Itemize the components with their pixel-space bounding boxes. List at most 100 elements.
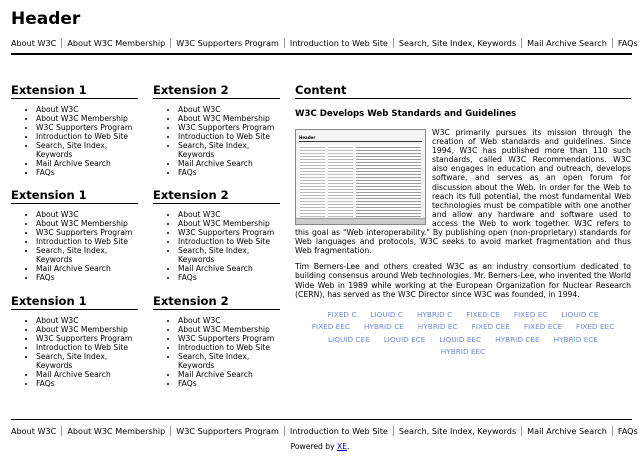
bottom-nav-bar: About W3C About W3C Membership W3C Support… [11,419,638,441]
extension-link[interactable]: FAQs [36,168,138,177]
extension-link[interactable]: FAQs [36,379,138,388]
extension-link[interactable]: Mail Archive Search [36,264,138,273]
bottom-nav-link[interactable]: FAQs [611,425,640,436]
layout-link[interactable]: FIXED EEC [569,321,621,334]
page-header-title: Header [11,9,81,29]
layout-link[interactable]: FIXED C [320,309,363,322]
extension-title: Extension 1 [11,83,138,99]
extension-link[interactable]: W3C Supporters Program [36,123,138,132]
layout-links: FIXED C LIQUID C HYBRID C FIXED CE FIXED EC L… [295,309,631,359]
extension-link[interactable]: About W3C Membership [178,325,280,334]
bottom-nav-link[interactable]: Mail Archive Search [521,425,612,436]
top-nav-link[interactable]: Introduction to Web Site [283,38,393,48]
layout-link[interactable]: HYBRID C [410,309,459,322]
content-title: Content [295,83,631,99]
extension-title: Extension 2 [153,294,280,310]
extension-link[interactable]: Introduction to Web Site [36,343,138,352]
extension-link[interactable]: Search, Site Index, Keywords [178,352,280,370]
layout-link[interactable]: HYBRID ECE [547,334,605,347]
top-nav-link[interactable]: FAQs [611,38,640,48]
layout-link[interactable]: FIXED CEE [465,321,517,334]
extension-link[interactable]: Mail Archive Search [178,370,280,379]
extension-link[interactable]: About W3C Membership [178,114,280,123]
layout-link[interactable]: HYBRID CEE [488,334,546,347]
extension-block: Extension 1 About W3CAbout W3C Membership… [11,83,138,177]
extension-link[interactable]: Introduction to Web Site [36,132,138,141]
extension-link[interactable]: W3C Supporters Program [178,228,280,237]
powered-by-prefix: Powered by [290,442,337,451]
extension-link[interactable]: Mail Archive Search [178,264,280,273]
powered-by-suffix: . [347,442,350,451]
extension-link[interactable]: Introduction to Web Site [178,132,280,141]
content-subtitle: W3C Develops Web Standards and Guideline… [295,109,517,119]
layout-link[interactable]: LIQUID C [363,309,410,322]
extension-link[interactable]: Search, Site Index, Keywords [178,141,280,159]
powered-by-link[interactable]: XE [337,442,347,451]
extension-link[interactable]: Search, Site Index, Keywords [178,246,280,264]
extension-link[interactable]: Search, Site Index, Keywords [36,141,138,159]
powered-by-line: Powered by XE. [0,442,640,451]
extension-link[interactable]: Mail Archive Search [36,159,138,168]
bottom-nav-link[interactable]: About W3C [11,426,61,436]
extension-block: Extension 1 About W3CAbout W3C Membership… [11,188,138,282]
extension-link-list: About W3CAbout W3C MembershipW3C Support… [11,210,138,282]
extension-link[interactable]: FAQs [178,379,280,388]
extension-link[interactable]: FAQs [178,168,280,177]
extension-link[interactable]: About W3C [178,210,280,219]
extension-block: Extension 2 About W3CAbout W3C Membership… [153,188,280,282]
extension-link[interactable]: Mail Archive Search [36,370,138,379]
extension-block: Extension 2 About W3CAbout W3C Membership… [153,83,280,177]
extension-link[interactable]: About W3C [36,105,138,114]
extension-link[interactable]: About W3C [36,210,138,219]
extension-link[interactable]: Introduction to Web Site [178,343,280,352]
extension-link[interactable]: About W3C Membership [36,325,138,334]
top-nav-link[interactable]: Search, Site Index, Keywords [392,38,521,48]
extension-link[interactable]: About W3C [178,105,280,114]
extension-link[interactable]: W3C Supporters Program [178,334,280,343]
layout-link[interactable]: HYBRID EEC [434,346,492,359]
layout-link[interactable]: LIQUID EEC [432,334,488,347]
layout-link[interactable]: FIXED ECE [517,321,569,334]
extension-link[interactable]: About W3C [36,316,138,325]
extension-link-list: About W3CAbout W3C MembershipW3C Support… [11,105,138,177]
layout-link[interactable]: LIQUID CE [554,309,605,322]
extension-link[interactable]: Introduction to Web Site [178,237,280,246]
bottom-nav-link[interactable]: W3C Supporters Program [170,425,284,436]
layout-link[interactable]: FIXED EEC [305,321,357,334]
extension-link[interactable]: FAQs [36,273,138,282]
layout-link[interactable]: FIXED CE [459,309,507,322]
extension-link[interactable]: W3C Supporters Program [36,228,138,237]
layout-link[interactable]: HYBRID EC [411,321,465,334]
top-nav-link[interactable]: About W3C [11,38,61,48]
bottom-nav-link[interactable]: About W3C Membership [61,425,170,436]
extension-title: Extension 1 [11,188,138,204]
extension-link[interactable]: Introduction to Web Site [36,237,138,246]
extension-link[interactable]: About W3C [178,316,280,325]
extension-link[interactable]: Search, Site Index, Keywords [36,352,138,370]
extension-link[interactable]: About W3C Membership [36,114,138,123]
bottom-nav-link[interactable]: Search, Site Index, Keywords [392,425,521,436]
extension-title: Extension 1 [11,294,138,310]
top-nav-link[interactable]: About W3C Membership [61,38,170,48]
extension-link[interactable]: W3C Supporters Program [178,123,280,132]
layout-link[interactable]: HYBRID CE [357,321,411,334]
extension-link[interactable]: FAQs [178,273,280,282]
extension-link[interactable]: About W3C Membership [178,219,280,228]
layout-link[interactable]: LIQUID ECE [377,334,433,347]
extension-link[interactable]: About W3C Membership [36,219,138,228]
extension-link-list: About W3CAbout W3C MembershipW3C Support… [11,316,138,388]
top-nav-link[interactable]: W3C Supporters Program [170,38,284,48]
extension-link[interactable]: Mail Archive Search [178,159,280,168]
extension-link-list: About W3CAbout W3C MembershipW3C Support… [153,105,280,177]
top-nav-bar: About W3C About W3C Membership W3C Support… [11,33,638,55]
layout-link[interactable]: LIQUID CEE [321,334,377,347]
extension-title: Extension 2 [153,188,280,204]
content-column: Content W3C Develops Web Standards and G… [295,83,631,359]
site-screenshot-thumbnail: Header [295,129,426,225]
layout-link[interactable]: FIXED EC [507,309,555,322]
top-nav-link[interactable]: Mail Archive Search [521,38,612,48]
extension-title: Extension 2 [153,83,280,99]
extension-link[interactable]: Search, Site Index, Keywords [36,246,138,264]
extension-link[interactable]: W3C Supporters Program [36,334,138,343]
bottom-nav-link[interactable]: Introduction to Web Site [283,425,393,436]
